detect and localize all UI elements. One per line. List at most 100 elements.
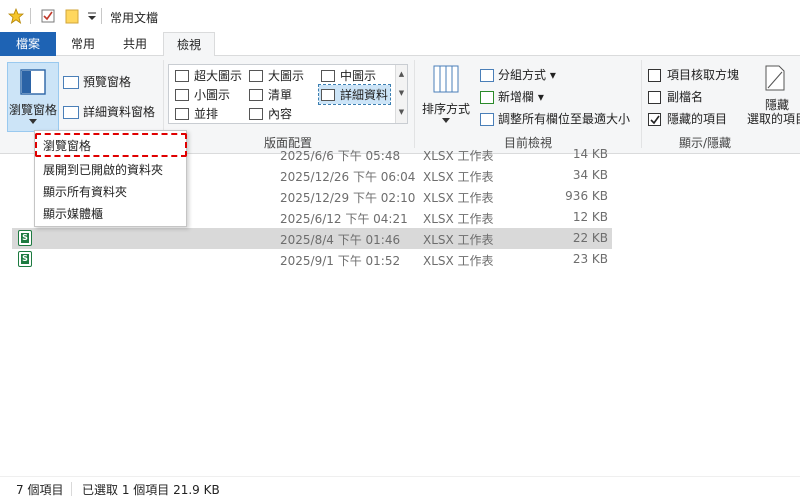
navigation-pane-button[interactable]: 瀏覽窗格 <box>7 62 59 132</box>
excel-file-icon: S <box>18 251 32 267</box>
details-pane-button[interactable]: 詳細資料窗格 <box>63 103 155 120</box>
group-by-icon <box>480 69 494 82</box>
navigation-pane-label: 瀏覽窗格 <box>8 103 57 117</box>
layout-large-icons[interactable]: 大圖示 <box>249 67 304 84</box>
menu-item-show-all-folders[interactable]: 顯示所有資料夾 <box>35 181 186 203</box>
item-checkboxes-checkbox[interactable] <box>648 69 661 82</box>
hidden-items-checkbox[interactable] <box>648 113 661 126</box>
chevron-down-icon <box>442 118 450 123</box>
status-bar: 7 個項目 已選取 1 個項目 21.9 KB <box>0 476 800 500</box>
tab-view[interactable]: 檢視 <box>163 32 215 57</box>
menu-item-show-libraries[interactable]: 顯示媒體櫃 <box>35 203 186 225</box>
layout-item-label: 詳細資料 <box>340 88 389 102</box>
tab-file[interactable]: 檔案 <box>0 32 56 56</box>
item-count: 7 個項目 <box>16 483 64 497</box>
file-extensions-checkbox[interactable] <box>648 91 661 104</box>
layout-item-label: 並排 <box>194 107 219 121</box>
group-separator <box>641 60 642 148</box>
size-all-columns-label: 調整所有欄位至最適大小 <box>498 112 631 126</box>
file-row-selected[interactable]: S 2025/8/4 下午 01:46 XLSX 工作表 22 KB <box>12 228 612 249</box>
new-folder-icon[interactable] <box>64 8 80 24</box>
file-size: 23 KB <box>572 252 608 266</box>
file-date: 2025/12/29 下午 02:10 <box>280 191 416 205</box>
content-icon <box>249 108 263 120</box>
medium-icons-icon <box>321 70 335 82</box>
hidden-items-toggle[interactable]: 隱藏的項目 <box>648 110 727 127</box>
sort-icon <box>433 65 459 93</box>
status-separator <box>71 482 72 496</box>
size-columns-icon <box>480 113 494 126</box>
layout-item-label: 大圖示 <box>268 69 305 83</box>
ribbon-tab-row: 檔案 常用 共用 檢視 <box>0 32 800 57</box>
group-by-label: 分組方式 <box>498 68 547 82</box>
details-pane-label: 詳細資料窗格 <box>83 105 156 119</box>
toolbar-separator <box>30 8 31 24</box>
layout-small-icons[interactable]: 小圖示 <box>175 86 230 103</box>
expand-gallery-icon[interactable]: ▼ <box>396 103 407 122</box>
list-icon <box>249 89 263 101</box>
sort-by-button[interactable]: 排序方式 <box>418 60 474 130</box>
preview-pane-icon <box>63 76 79 89</box>
hide-selected-items-button[interactable]: 隱藏 選取的項目 <box>744 62 800 132</box>
file-type: XLSX 工作表 <box>423 233 494 247</box>
file-extensions-label: 副檔名 <box>667 90 704 104</box>
hide-selected-label-line2: 選取的項目 <box>746 112 800 126</box>
file-type: XLSX 工作表 <box>423 254 494 268</box>
file-date: 2025/8/4 下午 01:46 <box>280 233 401 247</box>
size-all-columns-button[interactable]: 調整所有欄位至最適大小 <box>480 110 630 127</box>
large-icons-icon <box>249 70 263 82</box>
item-checkboxes-label: 項目核取方塊 <box>667 68 740 82</box>
hide-selected-label: 隱藏 選取的項目 <box>744 98 800 126</box>
file-row[interactable]: S 2025/9/1 下午 01:52 XLSX 工作表 23 KB <box>12 249 612 270</box>
tab-home[interactable]: 常用 <box>58 32 108 56</box>
customize-toolbar-dropdown-icon[interactable] <box>84 8 100 24</box>
properties-checkbox-icon[interactable] <box>40 8 56 24</box>
layout-medium-icons[interactable]: 中圖示 <box>321 67 376 84</box>
layout-details[interactable]: 詳細資料 <box>317 84 392 105</box>
file-type: XLSX 工作表 <box>423 149 494 163</box>
window-title: 常用文檔 <box>110 11 159 25</box>
file-date: 2025/6/12 下午 04:21 <box>280 212 408 226</box>
scroll-up-icon[interactable]: ▲ <box>396 65 407 84</box>
file-type: XLSX 工作表 <box>423 191 494 205</box>
layout-item-label: 超大圖示 <box>194 69 243 83</box>
add-column-label: 新增欄 <box>498 90 535 104</box>
tab-share[interactable]: 共用 <box>110 32 160 56</box>
group-by-button[interactable]: 分組方式 ▾ <box>480 66 556 83</box>
file-size: 12 KB <box>572 210 608 224</box>
file-date: 2025/6/6 下午 05:48 <box>280 149 401 163</box>
add-column-icon <box>480 91 494 104</box>
hide-selected-icon <box>765 65 785 91</box>
checkmark-icon <box>650 115 660 125</box>
layout-gallery: 超大圖示 大圖示 中圖示 小圖示 清單 詳細資料 並排 內容 ▲ ▼ ▼ <box>168 64 408 124</box>
layout-extra-large-icons[interactable]: 超大圖示 <box>175 67 242 84</box>
toolbar-separator <box>101 8 102 24</box>
file-extensions-toggle[interactable]: 副檔名 <box>648 88 703 105</box>
preview-pane-button[interactable]: 預覽窗格 <box>63 73 131 90</box>
star-icon[interactable] <box>8 8 24 24</box>
layout-list[interactable]: 清單 <box>249 86 292 103</box>
add-column-button[interactable]: 新增欄 ▾ <box>480 88 544 105</box>
scroll-down-icon[interactable]: ▼ <box>396 84 407 103</box>
item-checkboxes-toggle[interactable]: 項目核取方塊 <box>648 66 739 83</box>
sort-by-label: 排序方式 <box>421 102 470 116</box>
layout-content[interactable]: 內容 <box>249 105 292 122</box>
chevron-down-icon <box>29 119 37 124</box>
title-bar: 常用文檔 <box>0 0 800 32</box>
hide-selected-label-line1: 隱藏 <box>764 98 789 112</box>
layout-item-label: 中圖示 <box>340 69 377 83</box>
layout-gallery-scrollbar[interactable]: ▲ ▼ ▼ <box>395 65 407 123</box>
file-size: 14 KB <box>572 147 608 161</box>
excel-file-icon: S <box>18 230 32 246</box>
file-date: 2025/9/1 下午 01:52 <box>280 254 401 268</box>
menu-item-expand-to-open-folder[interactable]: 展開到已開啟的資料夾 <box>35 159 186 181</box>
details-pane-icon <box>63 106 79 119</box>
group-separator <box>414 60 415 148</box>
file-type: XLSX 工作表 <box>423 170 494 184</box>
layout-item-label: 清單 <box>268 88 293 102</box>
file-size: 936 KB <box>565 189 608 203</box>
file-type: XLSX 工作表 <box>423 212 494 226</box>
layout-item-label: 內容 <box>268 107 293 121</box>
layout-tiles[interactable]: 並排 <box>175 105 218 122</box>
hidden-items-label: 隱藏的項目 <box>667 112 728 126</box>
